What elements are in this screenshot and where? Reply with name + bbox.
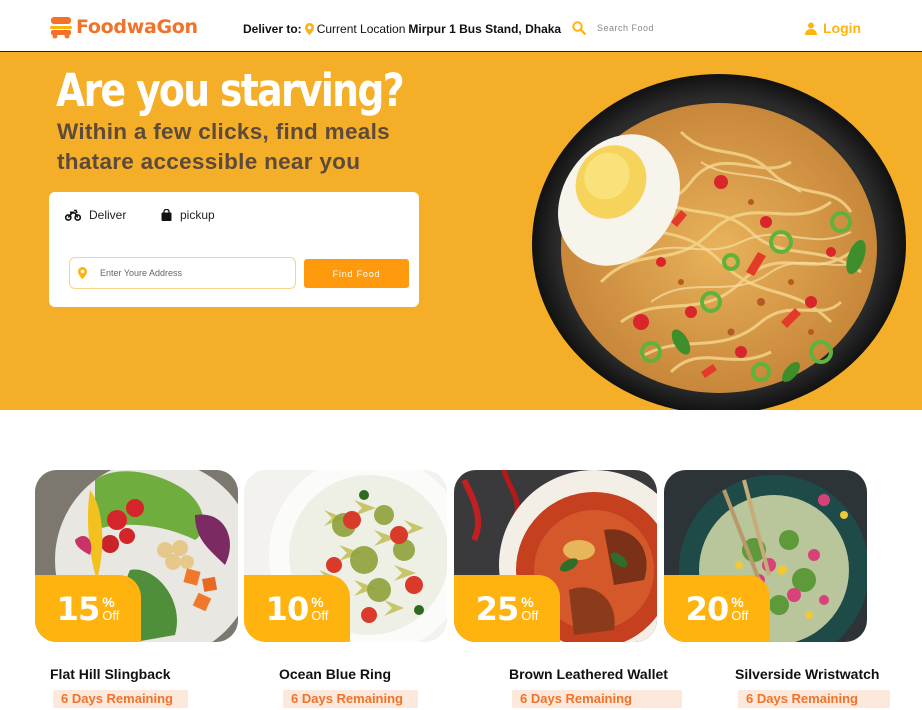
hero-subtitle: Within a few clicks, find meals thatare … bbox=[57, 119, 390, 174]
percent-sign: % bbox=[731, 593, 744, 610]
search-input[interactable] bbox=[597, 23, 717, 33]
discount-value: 10 bbox=[265, 589, 310, 628]
location-prefix: Current Location bbox=[316, 22, 406, 36]
off-label: Off bbox=[102, 607, 120, 623]
deal-title[interactable]: Brown Leathered Wallet bbox=[509, 666, 668, 682]
off-label: Off bbox=[521, 607, 539, 623]
tab-pickup-label: pickup bbox=[180, 208, 215, 222]
off-label: Off bbox=[731, 607, 749, 623]
location-value: Mirpur 1 Bus Stand, Dhaka bbox=[408, 22, 562, 36]
deal-title[interactable]: Silverside Wristwatch bbox=[735, 666, 879, 682]
tab-deliver-label: Deliver bbox=[89, 208, 127, 222]
shopping-bag-icon bbox=[161, 209, 172, 221]
days-remaining-badge: 6 Days Remaining bbox=[53, 690, 188, 708]
location-pin-icon bbox=[78, 267, 87, 279]
deal-title[interactable]: Flat Hill Slingback bbox=[50, 666, 171, 682]
percent-sign: % bbox=[521, 593, 534, 610]
food-wagon-icon bbox=[50, 17, 72, 39]
search-bar bbox=[572, 21, 717, 35]
discount-badge: 20 % Off bbox=[664, 575, 770, 642]
tab-deliver[interactable]: Deliver bbox=[65, 208, 126, 222]
discount-value: 15 bbox=[56, 589, 101, 628]
login-label: Login bbox=[823, 20, 862, 36]
discount-value: 25 bbox=[475, 589, 520, 628]
days-remaining-badge: 6 Days Remaining bbox=[738, 690, 890, 708]
search-icon[interactable] bbox=[572, 21, 586, 35]
deliver-to-label: Deliver to: bbox=[243, 22, 302, 36]
motorbike-icon bbox=[65, 209, 81, 221]
discount-badge: 15 % Off bbox=[35, 575, 141, 642]
deal-card[interactable]: 20 % Off bbox=[664, 470, 867, 642]
address-input[interactable] bbox=[100, 268, 280, 278]
off-label: Off bbox=[311, 607, 329, 623]
tab-pickup[interactable]: pickup bbox=[161, 208, 215, 222]
deal-title[interactable]: Ocean Blue Ring bbox=[279, 666, 391, 682]
discount-value: 20 bbox=[685, 589, 730, 628]
days-remaining-badge: 6 Days Remaining bbox=[512, 690, 682, 708]
hero-section: Are you starving? Within a few clicks, f… bbox=[0, 52, 922, 410]
deal-card[interactable]: 15 % Off bbox=[35, 470, 238, 642]
location-pin-icon bbox=[304, 23, 314, 35]
delivery-location[interactable]: Deliver to: Current Location Mirpur 1 Bu… bbox=[243, 22, 561, 36]
brand-logo[interactable]: FoodwaGon bbox=[50, 15, 198, 39]
deal-card[interactable]: 25 % Off bbox=[454, 470, 657, 642]
user-icon bbox=[805, 22, 817, 35]
days-remaining-badge: 6 Days Remaining bbox=[283, 690, 418, 708]
discount-badge: 25 % Off bbox=[454, 575, 560, 642]
find-food-button[interactable]: Find Food bbox=[304, 259, 409, 288]
top-navbar: FoodwaGon Deliver to: Current Location M… bbox=[0, 0, 922, 52]
address-field bbox=[69, 257, 296, 289]
brand-name: FoodwaGon bbox=[76, 16, 198, 38]
discount-badge: 10 % Off bbox=[244, 575, 350, 642]
percent-sign: % bbox=[311, 593, 324, 610]
login-button[interactable]: Login bbox=[805, 20, 861, 36]
deal-card[interactable]: 10 % Off bbox=[244, 470, 447, 642]
order-card: Deliver pickup Find Food bbox=[49, 192, 419, 307]
noodle-bowl-image bbox=[532, 74, 906, 410]
hero-title: Are you starving? bbox=[56, 64, 405, 117]
percent-sign: % bbox=[102, 593, 115, 610]
